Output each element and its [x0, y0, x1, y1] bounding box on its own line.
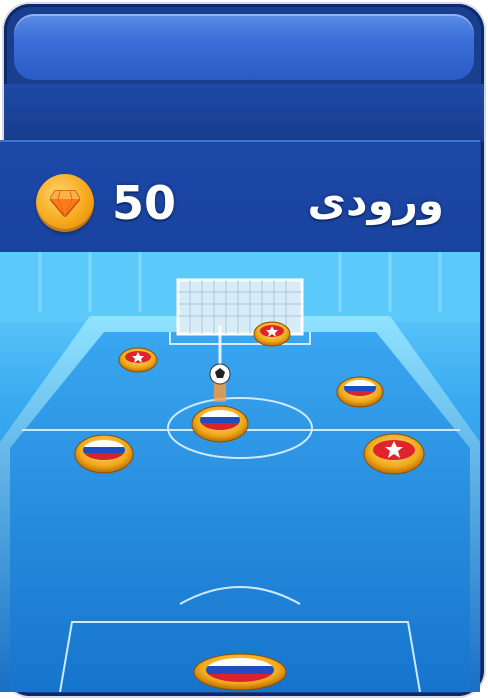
entry-fee-label: ورودی	[307, 176, 444, 225]
coin-amount: 50	[112, 176, 177, 230]
russia-flag-piece-icon[interactable]	[74, 434, 134, 474]
diamond-icon	[50, 190, 80, 217]
red-star-piece-icon[interactable]	[363, 433, 425, 475]
red-star-piece-icon[interactable]	[253, 321, 291, 347]
soccer-ball-icon[interactable]	[209, 363, 231, 385]
soccer-field[interactable]	[0, 252, 480, 692]
russia-flag-piece-icon[interactable]	[191, 405, 249, 443]
russia-flag-piece-icon[interactable]	[336, 376, 384, 408]
red-star-piece-icon[interactable]	[118, 347, 158, 373]
russia-flag-piece-icon[interactable]	[193, 653, 287, 691]
diamond-coin-icon	[36, 174, 94, 232]
top-band	[4, 84, 484, 142]
top-panel	[14, 14, 474, 80]
pitch[interactable]	[10, 332, 470, 692]
